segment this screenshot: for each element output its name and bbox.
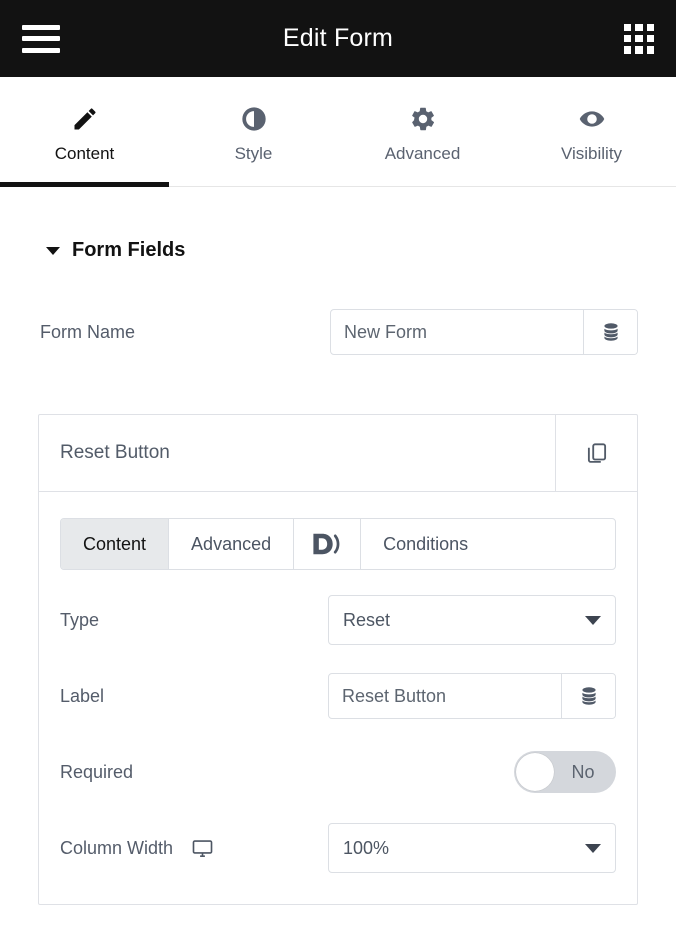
type-label: Type bbox=[60, 609, 100, 630]
tab-label: Visibility bbox=[560, 144, 623, 163]
form-fields-section-header[interactable]: Form Fields bbox=[38, 187, 638, 262]
column-width-select-wrapper: 100% bbox=[328, 823, 616, 873]
database-icon[interactable] bbox=[561, 674, 615, 718]
brand-d-logo-icon bbox=[310, 531, 344, 557]
field-tab-content[interactable]: Content bbox=[61, 519, 170, 569]
field-card-title: Reset Button bbox=[60, 442, 170, 463]
column-width-select[interactable]: 100% bbox=[328, 823, 616, 873]
field-tab-brand[interactable] bbox=[294, 519, 362, 569]
field-row-label: Label bbox=[60, 670, 616, 722]
contrast-icon bbox=[240, 105, 268, 133]
eye-icon bbox=[578, 105, 606, 133]
type-select-wrapper: Reset bbox=[328, 595, 616, 645]
app-header: Edit Form bbox=[0, 0, 676, 77]
tab-advanced[interactable]: Advanced bbox=[338, 77, 507, 186]
form-name-row: Form Name bbox=[38, 308, 638, 356]
toggle-state-text: No bbox=[571, 761, 595, 782]
main-tab-bar: Content Style Advanced Visibility bbox=[0, 77, 676, 187]
copy-icon[interactable] bbox=[555, 415, 637, 491]
form-name-label: Form Name bbox=[40, 321, 136, 342]
tab-label: Advanced bbox=[384, 144, 461, 163]
tab-content[interactable]: Content bbox=[0, 77, 169, 187]
form-name-input-group bbox=[330, 309, 638, 355]
gear-icon bbox=[409, 105, 437, 133]
field-card-header[interactable]: Reset Button bbox=[39, 415, 637, 492]
hamburger-bar bbox=[22, 47, 60, 53]
field-tab-label: Content bbox=[83, 533, 147, 554]
required-toggle-wrapper: No bbox=[514, 751, 616, 793]
label-label: Label bbox=[60, 685, 105, 706]
tab-label: Style bbox=[234, 144, 273, 163]
type-select-value: Reset bbox=[343, 609, 391, 630]
field-tab-label: Conditions bbox=[383, 533, 469, 554]
pencil-icon bbox=[71, 105, 99, 133]
field-row-required: Required No bbox=[60, 746, 616, 798]
hamburger-bar bbox=[22, 36, 60, 41]
field-tab-bar: Content Advanced Conditions bbox=[60, 518, 616, 570]
form-name-input[interactable] bbox=[331, 310, 584, 354]
field-row-type: Type Reset bbox=[60, 594, 616, 646]
column-width-label: Column Width bbox=[60, 837, 174, 858]
toggle-knob bbox=[516, 753, 554, 791]
tab-visibility[interactable]: Visibility bbox=[507, 77, 676, 186]
hamburger-bar bbox=[22, 24, 60, 30]
field-card: Reset Button Content Advanced Conditions… bbox=[38, 414, 638, 905]
label-input-group bbox=[328, 673, 616, 719]
tab-label: Content bbox=[54, 144, 115, 163]
required-toggle[interactable]: No bbox=[514, 751, 616, 793]
settings-panel: Form Fields Form Name Reset Button bbox=[0, 187, 676, 905]
field-tab-label: Advanced bbox=[191, 533, 272, 554]
field-row-column-width: Column Width 100% bbox=[60, 822, 616, 874]
field-card-body: Content Advanced Conditions Type Reset L… bbox=[39, 492, 637, 904]
hamburger-menu-icon[interactable] bbox=[22, 24, 60, 53]
database-icon[interactable] bbox=[583, 310, 637, 354]
label-input[interactable] bbox=[329, 674, 561, 718]
desktop-monitor-icon[interactable] bbox=[191, 837, 214, 860]
grid-apps-icon[interactable] bbox=[624, 23, 654, 54]
chevron-down-icon bbox=[585, 615, 601, 625]
section-title: Form Fields bbox=[72, 239, 186, 261]
chevron-down-icon bbox=[585, 843, 601, 853]
type-select[interactable]: Reset bbox=[328, 595, 616, 645]
column-width-value: 100% bbox=[343, 837, 390, 858]
page-title: Edit Form bbox=[282, 24, 394, 52]
required-label: Required bbox=[60, 761, 134, 782]
field-tab-advanced[interactable]: Advanced bbox=[169, 519, 295, 569]
label-input-wrapper bbox=[328, 673, 616, 719]
field-tab-conditions[interactable]: Conditions bbox=[361, 519, 491, 569]
chevron-down-icon bbox=[46, 246, 60, 255]
column-width-label-group: Column Width bbox=[60, 837, 214, 860]
tab-style[interactable]: Style bbox=[169, 77, 338, 186]
